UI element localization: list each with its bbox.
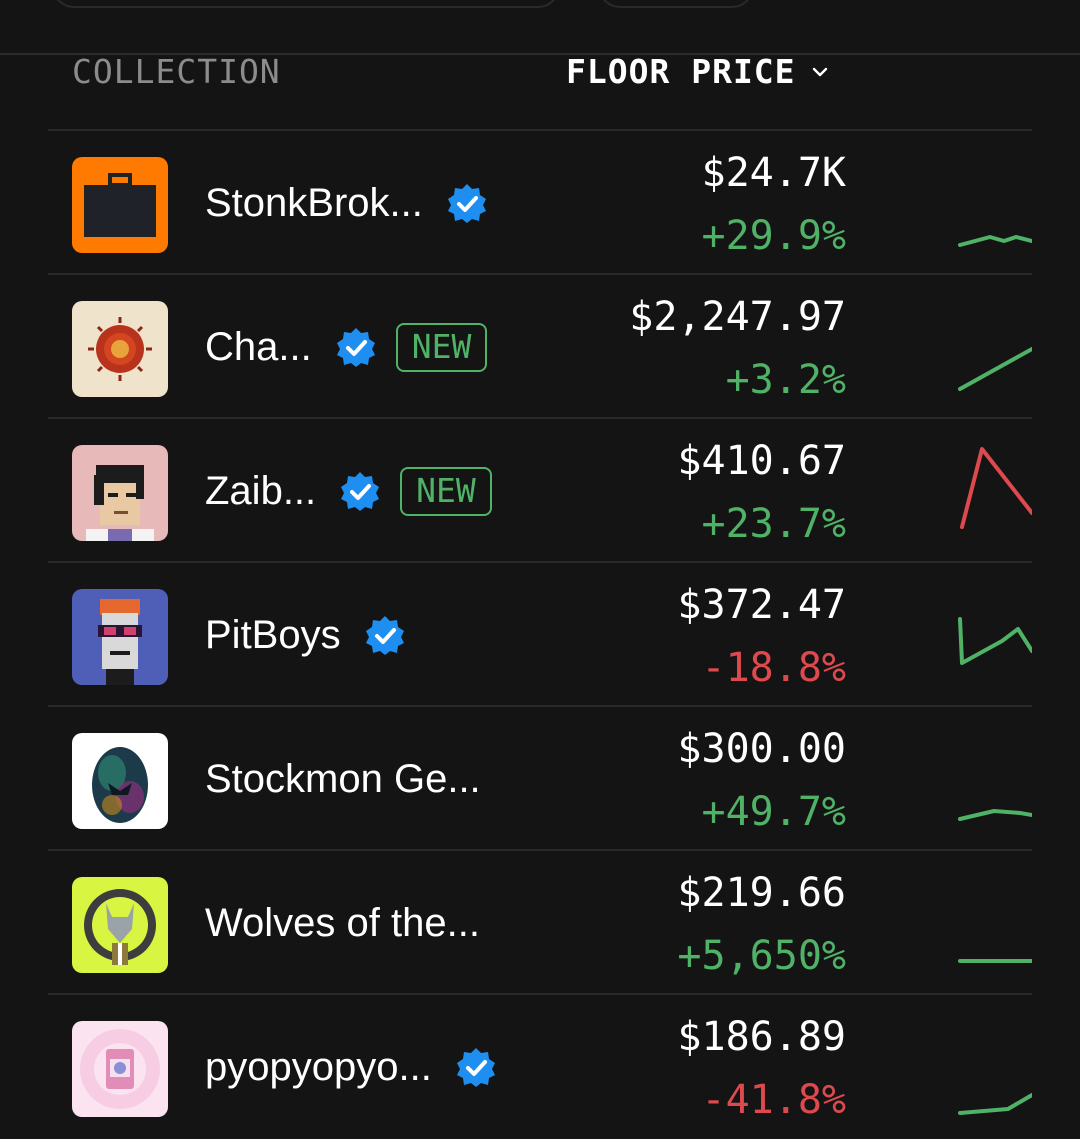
collection-row-pyopyopyo[interactable]: pyopyopyo... $186.89 -41.8% — [48, 993, 1032, 1137]
search-bar[interactable] — [52, 0, 560, 8]
collection-row-wolves[interactable]: Wolves of the... $219.66 +5,650% — [48, 849, 1032, 993]
table-header: COLLECTION FLOOR PRICE — [72, 52, 1032, 92]
verified-badge-icon — [456, 1048, 495, 1087]
new-badge: NEW — [400, 466, 492, 516]
floor-price: $372.47 — [677, 582, 846, 628]
pixel-face-icon — [72, 445, 168, 541]
collection-name: Zaib... — [205, 468, 317, 513]
verified-badge-icon — [365, 616, 404, 655]
collection-name: StonkBrok... — [205, 180, 423, 225]
verified-badge-icon — [341, 472, 380, 511]
collection-name: Cha... — [205, 324, 312, 369]
price-change: +49.7% — [701, 789, 847, 835]
collection-row-stonkbrok[interactable]: StonkBrok... $24.7K +29.9% — [48, 129, 1032, 273]
collection-name: Wolves of the... — [205, 900, 480, 945]
verified-badge-icon — [447, 184, 486, 223]
sparkline-chart — [958, 617, 1032, 665]
collection-row-stockmon[interactable]: Stockmon Ge... $300.00 +49.7% — [48, 705, 1032, 849]
new-badge: NEW — [395, 322, 488, 372]
collection-name: PitBoys — [205, 612, 341, 657]
filter-button[interactable] — [598, 0, 754, 8]
briefcase-icon — [72, 157, 168, 253]
sparkline-chart — [958, 959, 1032, 963]
price-change: +5,650% — [677, 933, 846, 979]
sparkline-chart — [960, 447, 1032, 529]
floor-price-sort-button[interactable]: FLOOR PRICE — [566, 52, 830, 91]
collection-column-header: COLLECTION — [72, 52, 281, 91]
card-pack-icon — [72, 1021, 168, 1117]
price-change: +3.2% — [725, 357, 846, 403]
floor-price: $410.67 — [677, 438, 846, 484]
floor-price: $300.00 — [677, 726, 846, 772]
collection-avatar — [72, 445, 168, 541]
wolf-icon — [72, 877, 168, 973]
collection-row-pitboys[interactable]: PitBoys $372.47 -18.8% — [48, 561, 1032, 705]
collection-name: pyopyopyo... — [205, 1044, 432, 1089]
floor-price: $219.66 — [677, 870, 846, 916]
price-change: -18.8% — [701, 645, 847, 691]
collection-list: StonkBrok... $24.7K +29.9% Cha... NEW $2… — [48, 129, 1032, 1137]
collection-row-zaib[interactable]: Zaib... NEW $410.67 +23.7% — [48, 417, 1032, 561]
collection-avatar — [72, 1021, 168, 1117]
collection-avatar — [72, 877, 168, 973]
collection-avatar — [72, 301, 168, 397]
collection-name: Stockmon Ge... — [205, 756, 481, 801]
chevron-down-icon — [812, 67, 827, 76]
floor-price: $2,247.97 — [629, 294, 846, 340]
collection-avatar — [72, 733, 168, 829]
price-change: +23.7% — [701, 501, 847, 547]
pixel-boy-icon — [72, 589, 168, 685]
sparkline-chart — [958, 235, 1032, 247]
floor-price: $186.89 — [677, 1014, 846, 1060]
sun-coin-icon — [72, 301, 168, 397]
sparkline-chart — [958, 347, 1032, 391]
floor-price-column-header: FLOOR PRICE — [566, 52, 796, 91]
price-change: -41.8% — [701, 1077, 847, 1123]
dragon-egg-icon — [72, 733, 168, 829]
sparkline-chart — [958, 1093, 1032, 1115]
collection-avatar — [72, 157, 168, 253]
collection-avatar — [72, 589, 168, 685]
price-change: +29.9% — [701, 213, 847, 259]
floor-price: $24.7K — [701, 150, 847, 196]
sparkline-chart — [958, 809, 1032, 821]
verified-badge-icon — [336, 328, 375, 367]
collection-row-cha[interactable]: Cha... NEW $2,247.97 +3.2% — [48, 273, 1032, 417]
